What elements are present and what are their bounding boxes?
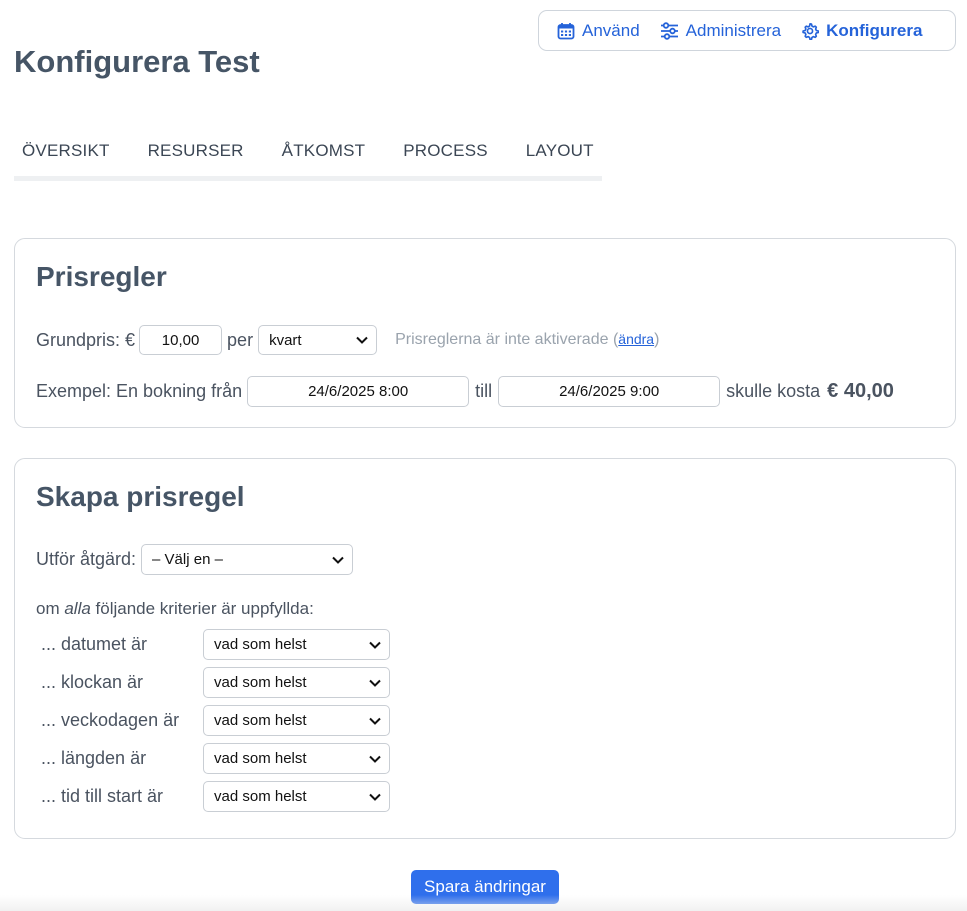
action-row: Utför åtgärd: – Välj en – [36, 544, 354, 575]
action-select[interactable]: – Välj en – [141, 544, 354, 575]
criteria-intro: om alla följande kriterier är uppfyllda: [36, 599, 314, 619]
criterion-length: ... längden är vad som helst [41, 743, 390, 774]
criterion-value: vad som helst [214, 712, 307, 729]
criterion-select[interactable]: vad som helst [203, 705, 390, 736]
criterion-time-to-start: ... tid till start är vad som helst [41, 781, 390, 812]
criteria-intro-pre: om [36, 599, 65, 618]
criterion-label: ... veckodagen är [41, 710, 180, 730]
example-to-input[interactable]: 24/6/2025 9:00 [498, 376, 721, 407]
cost-value: € 40,00 [827, 380, 894, 402]
tab-access[interactable]: ÅTKOMST [282, 141, 366, 161]
nav-configure[interactable]: Konfigurera [801, 21, 922, 41]
create-rule-card: Skapa prisregel Utför åtgärd: – Välj en … [14, 458, 956, 839]
base-price-input[interactable]: 10,00 [139, 325, 223, 355]
bottom-fade [0, 895, 967, 911]
change-link[interactable]: ändra [618, 331, 654, 347]
criterion-value: vad som helst [214, 750, 307, 767]
chevron-down-icon [356, 336, 368, 344]
pricing-status-close: ) [654, 331, 660, 348]
gear-icon [802, 22, 820, 40]
tab-overview[interactable]: ÖVERSIKT [22, 141, 110, 161]
nav-administer[interactable]: Administrera [660, 21, 781, 41]
criteria-intro-em: alla [64, 599, 91, 618]
price-unit-select[interactable]: kvart [258, 325, 378, 355]
page-title: Konfigurera Test [14, 44, 260, 79]
criterion-select[interactable]: vad som helst [203, 629, 390, 660]
criterion-time: ... klockan är vad som helst [41, 667, 390, 698]
criterion-label: ... längden är [41, 748, 147, 768]
pricing-status: Prisreglerna är inte aktiverade (ändra) [395, 331, 659, 349]
criterion-select[interactable]: vad som helst [203, 743, 390, 774]
nav-use-label: Använd [582, 20, 640, 40]
top-nav: Använd Administrera Konfigurera [538, 10, 956, 51]
criterion-label: ... datumet är [41, 634, 148, 654]
chevron-down-icon [369, 717, 381, 725]
tab-layout[interactable]: LAYOUT [526, 141, 594, 161]
chevron-down-icon [332, 556, 344, 564]
to-label: till [475, 381, 493, 401]
example-from-input[interactable]: 24/6/2025 8:00 [247, 376, 470, 407]
tab-bar: ÖVERSIKT RESURSER ÅTKOMST PROCESS LAYOUT [14, 141, 602, 181]
chevron-down-icon [369, 679, 381, 687]
criterion-date: ... datumet är vad som helst [41, 629, 390, 660]
nav-use[interactable]: Använd [557, 21, 640, 41]
chevron-down-icon [369, 793, 381, 801]
tab-resources[interactable]: RESURSER [148, 141, 244, 161]
per-label: per [227, 329, 254, 350]
criterion-weekday: ... veckodagen är vad som helst [41, 705, 390, 736]
cost-label: skulle kosta [726, 381, 821, 401]
example-label: Exempel: En bokning från [36, 381, 243, 401]
tab-process[interactable]: PROCESS [403, 141, 488, 161]
calendar-icon [557, 22, 575, 39]
base-price-row: Grundpris: € 10,00 per kvart Prisreglern… [36, 325, 659, 355]
criterion-value: vad som helst [214, 788, 307, 805]
pricing-status-text: Prisreglerna är inte aktiverade ( [395, 331, 619, 348]
criterion-label: ... tid till start är [41, 786, 164, 806]
example-row: Exempel: En bokning från 24/6/2025 8:00 … [36, 376, 894, 407]
chevron-down-icon [369, 755, 381, 763]
criteria-intro-post: följande kriterier är uppfyllda: [90, 599, 314, 618]
criterion-select[interactable]: vad som helst [203, 667, 390, 698]
action-label: Utför åtgärd: [36, 549, 137, 569]
criterion-select[interactable]: vad som helst [203, 781, 390, 812]
nav-administer-label: Administrera [685, 20, 782, 40]
pricing-rules-card: Prisregler Grundpris: € 10,00 per kvart … [14, 238, 956, 428]
sliders-icon [660, 21, 678, 40]
action-select-value: – Välj en – [152, 551, 223, 568]
chevron-down-icon [369, 641, 381, 649]
pricing-rules-title: Prisregler [36, 261, 167, 292]
create-rule-title: Skapa prisregel [36, 481, 245, 512]
criterion-label: ... klockan är [41, 672, 144, 692]
criterion-value: vad som helst [214, 674, 307, 691]
nav-configure-label: Konfigurera [826, 20, 923, 40]
base-price-label: Grundpris: € [36, 329, 136, 350]
criterion-value: vad som helst [214, 636, 307, 653]
price-unit-value: kvart [269, 331, 302, 349]
